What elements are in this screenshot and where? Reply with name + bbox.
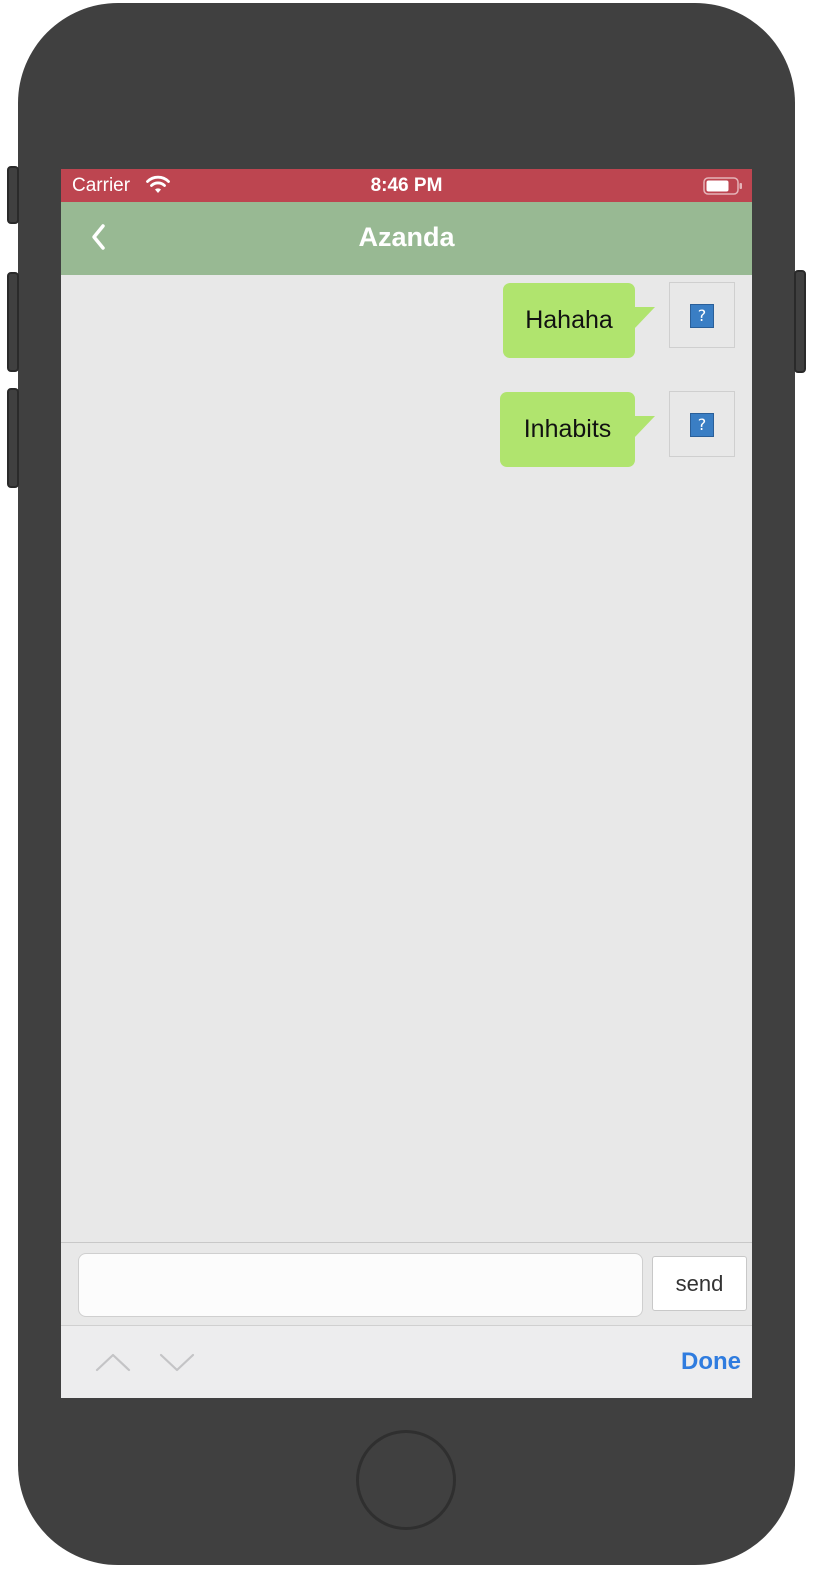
missing-image-icon: ?	[690, 304, 714, 328]
chevron-down-icon	[159, 1353, 195, 1372]
bubble-tail	[634, 307, 655, 329]
battery-icon	[703, 177, 742, 195]
message-text: Inhabits	[523, 415, 612, 443]
message-input[interactable]	[78, 1253, 643, 1317]
keyboard-accessory-bar: Done	[61, 1325, 752, 1398]
done-button[interactable]: Done	[641, 1348, 741, 1376]
status-bar: Carrier 8:46 PM	[61, 169, 752, 202]
page-title: Azanda	[358, 222, 455, 252]
next-field-button[interactable]	[155, 1344, 199, 1380]
composer-bar: send	[61, 1242, 752, 1325]
send-button[interactable]: send	[652, 1256, 747, 1311]
avatar[interactable]: ?	[669, 391, 735, 457]
previous-field-button[interactable]	[91, 1344, 135, 1380]
avatar[interactable]: ?	[669, 282, 735, 348]
message-bubble[interactable]: Hahaha	[503, 283, 655, 358]
volume-up-button	[7, 272, 19, 372]
home-button[interactable]	[356, 1430, 456, 1530]
message-list[interactable]: Hahaha ? Inhabits ?	[61, 275, 752, 1242]
navigation-bar: Azanda	[61, 202, 752, 275]
message-row: Inhabits ?	[61, 391, 752, 472]
app-screen: Carrier 8:46 PM Azanda Hahaha ? Inhabits…	[61, 169, 752, 1398]
chevron-up-icon	[95, 1353, 131, 1372]
mute-switch	[7, 166, 19, 224]
volume-down-button	[7, 388, 19, 488]
message-bubble[interactable]: Inhabits	[500, 392, 655, 467]
message-text: Hahaha	[525, 306, 613, 334]
bubble-tail	[634, 416, 655, 438]
missing-image-icon: ?	[690, 413, 714, 437]
power-button	[794, 270, 806, 373]
message-row: Hahaha ?	[61, 282, 752, 363]
status-time: 8:46 PM	[370, 175, 443, 196]
